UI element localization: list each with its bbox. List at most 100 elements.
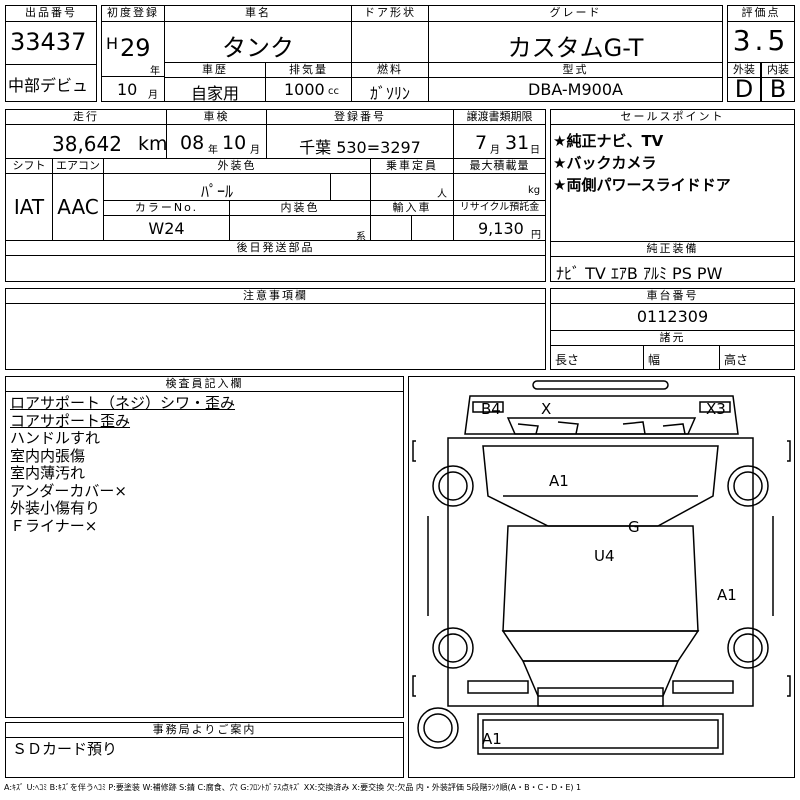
color-no: W24 [148,219,185,238]
model-label: 型式 [428,62,723,78]
sales-point-1: ★純正ナビ、TV [553,132,664,150]
height-label: 高さ [724,353,749,367]
damage-mark: X3 [706,400,726,418]
transfer-month: 7 [475,132,488,154]
mileage-unit: km [138,133,168,155]
transfer-day-unit: 日 [530,145,540,156]
damage-mark: B4 [481,400,501,418]
load-unit: kg [528,185,541,196]
score: 3.5 [732,24,790,57]
transfer-month-unit: 月 [490,145,500,156]
recycle-label: リサイクル預託金 [453,200,546,216]
damage-mark: G [628,518,640,536]
equipment: ﾅﾋﾞ TV ｴｱB ｱﾙﾐ PS PW [556,264,723,283]
aircon-label: エアコン [52,158,104,174]
score-label: 評価点 [727,5,795,22]
sales-point-3: ★両側パワースライドドア [553,176,731,194]
ext-color: ﾊﾟｰﾙ [200,182,233,201]
displacement: 1000 [284,80,325,99]
lot-no: 33437 [10,28,87,56]
equipment-label: 純正装備 [550,241,795,257]
damage-mark: A1 [717,586,737,604]
import-box-2 [411,215,454,241]
capacity-label: 乗車定員 [370,158,454,174]
sales-point-2: ★バックカメラ [553,154,657,172]
width-label: 幅 [648,353,661,367]
reg-month-unit: 月 [148,90,158,101]
fuel-label: 燃料 [351,62,429,78]
damage-mark: X [541,400,552,418]
mileage-label: 走行 [5,109,167,125]
inspector-label: 検査員記入欄 [5,376,404,392]
ext-color-label: 外装色 [103,158,371,174]
recycle: 9,130 [478,219,524,238]
inspector-line: ロアサポート（ネジ）シワ・歪み [10,394,236,412]
grade-label: グレード [428,5,723,22]
recycle-unit: 円 [531,230,541,241]
import-box-1 [370,215,412,241]
inspector-list: ロアサポート（ネジ）シワ・歪み コアサポート歪み ハンドルすれ 室内内張傷 室内… [10,394,236,535]
inspection-month: 10 [222,132,247,154]
history: 自家用 [190,84,239,103]
first-reg-label: 初度登録 [101,5,165,22]
aircon: AAC [57,195,99,219]
car-name-label: 車名 [164,5,352,22]
door-box [351,21,429,63]
inspector-line: 外装小傷有り [10,499,101,517]
specs-label: 諸元 [550,330,795,346]
source: 中部デビュ [8,76,89,95]
color-no-label: カラーNo. [103,200,230,216]
displacement-unit: cc [328,86,339,97]
chassis-label: 車台番号 [550,288,795,304]
sales-label: セールスポイント [550,109,795,125]
import-label: 輸入車 [370,200,454,216]
later-parts-box [5,255,546,282]
length-label: 長さ [555,353,580,367]
shift: IAT [13,195,45,219]
inspection-year: 08 [180,132,205,154]
exterior: D [734,75,754,103]
inspector-line: アンダーカバー× [10,481,127,500]
car-name: タンク [222,34,294,62]
lot-no-label: 出品番号 [5,5,97,22]
shift-label: シフト [5,158,53,174]
inspection-label: 車検 [166,109,267,125]
era: H [106,34,119,53]
damage-mark: A1 [549,472,569,490]
mileage: 38,642 [52,132,122,156]
door-label: ドア形状 [351,5,429,22]
inspector-line: ハンドルすれ [10,429,101,447]
later-parts-label: 後日発送部品 [5,240,546,256]
reg-month: 10 [117,80,138,99]
transfer-day: 31 [505,132,530,154]
reg-year: 29 [120,34,151,62]
int-color-label: 内装色 [229,200,371,216]
inspection-year-unit: 年 [208,145,218,156]
capacity-unit: 人 [437,189,447,200]
transfer-label: 譲渡書類期限 [453,109,546,125]
displacement-label: 排気量 [265,62,352,78]
plate: 千葉 530=3297 [299,138,421,157]
inspector-line: コアサポート歪み [10,411,131,430]
plate-label: 登録番号 [266,109,454,125]
history-label: 車歴 [164,62,266,78]
reg-year-unit: 年 [150,66,160,77]
notes-box [5,303,546,370]
grade: カスタムG-T [507,34,644,62]
office-label: 事務局よりご案内 [5,722,404,738]
notes-label: 注意事項欄 [5,288,546,304]
fuel: ｶﾞｿﾘﾝ [369,84,410,103]
office-text: ＳＤカード預り [12,740,118,758]
damage-mark: U4 [594,547,615,565]
load-label: 最大積載量 [453,158,546,174]
legend: A:ｷｽﾞ U:ﾍｺﾐ B:ｷｽﾞを伴うﾍｺﾐ P:要塗装 W:補修跡 S:錆 … [4,783,582,792]
inspector-line: Ｆライナー× [10,516,98,535]
inspector-line: 室内内張傷 [10,446,86,465]
model: DBA-M900A [528,80,623,99]
chassis-no: 0112309 [636,307,709,326]
ext-color-extra-box [330,173,371,201]
inspector-line: 室内薄汚れ [10,464,86,482]
int-color-box [229,215,371,241]
interior: B [769,75,787,103]
car-diagram [412,380,791,755]
